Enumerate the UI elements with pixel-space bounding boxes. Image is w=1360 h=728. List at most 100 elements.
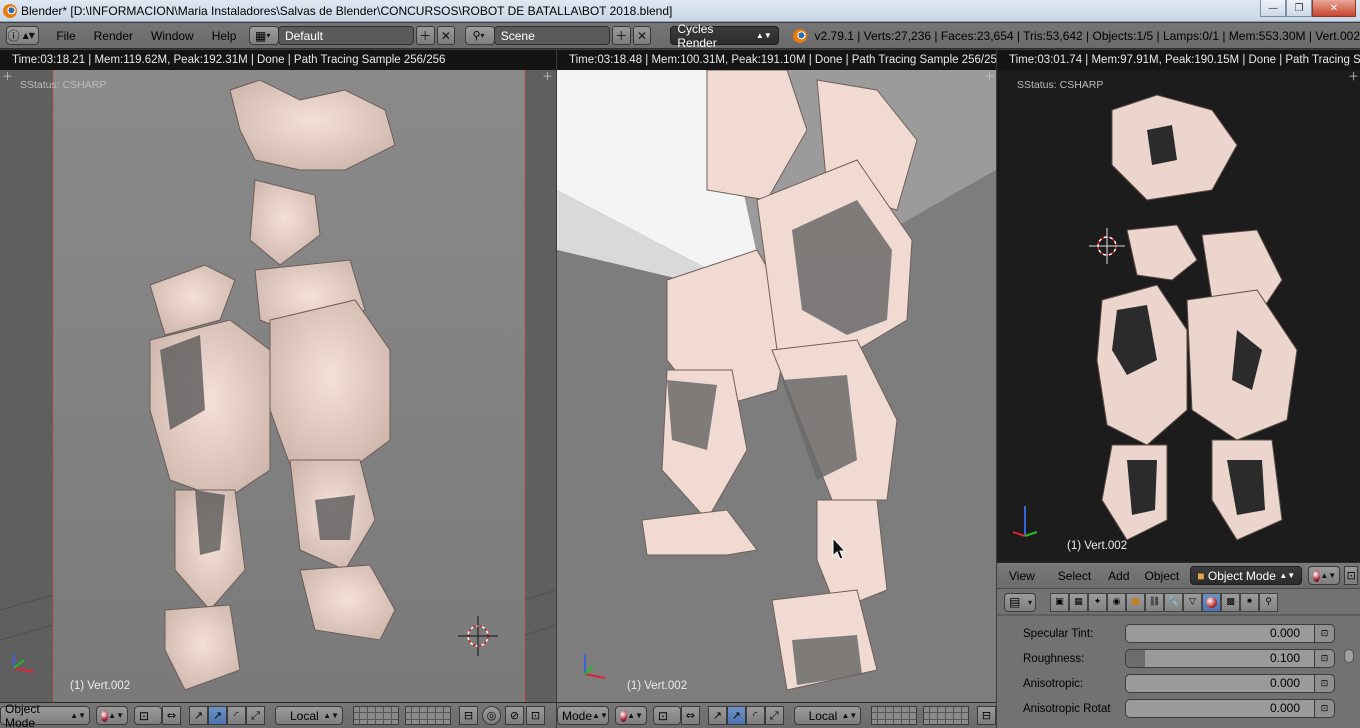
- tab-constraints[interactable]: ⛓: [1145, 592, 1164, 612]
- specular-tint-slider[interactable]: 0.000: [1125, 624, 1315, 643]
- shading-dropdown-right[interactable]: ▲▼: [1308, 566, 1341, 585]
- translate-widget-button[interactable]: ↗: [707, 706, 727, 725]
- properties-scrollbar[interactable]: [1344, 649, 1354, 663]
- mode-dropdown-right[interactable]: ■ Object Mode ▲▼: [1190, 566, 1303, 585]
- scale-widget-button[interactable]: ◜: [745, 706, 765, 725]
- manipulator-toggle[interactable]: ⇔: [162, 706, 181, 725]
- remove-layout-button[interactable]: ✕: [436, 26, 456, 45]
- tab-physics[interactable]: ⚲: [1259, 592, 1278, 612]
- tab-data[interactable]: ▽: [1183, 592, 1202, 612]
- window-controls: — ❐ ✕: [1260, 0, 1356, 17]
- manipulator-toggle[interactable]: ⇔: [680, 706, 700, 725]
- menu-view[interactable]: View: [997, 569, 1044, 583]
- add-scene-button[interactable]: ＋: [611, 26, 631, 45]
- scale-widget-button[interactable]: ◜: [227, 706, 246, 725]
- rotate-widget-button[interactable]: ↗: [726, 706, 746, 725]
- socket-button[interactable]: ⊡: [1315, 674, 1335, 693]
- menu-add[interactable]: Add: [1100, 569, 1138, 583]
- menu-render[interactable]: Render: [85, 29, 142, 43]
- layers-grid-1[interactable]: [871, 706, 918, 725]
- lock-layers-button[interactable]: ⊟: [459, 706, 478, 725]
- scene-name-field[interactable]: Scene: [493, 26, 610, 45]
- status-label-left: SStatus: CSHARP: [20, 79, 107, 91]
- layers-grid-2[interactable]: [923, 706, 970, 725]
- snap-element-button[interactable]: ⊡: [526, 706, 545, 725]
- tab-material[interactable]: [1202, 592, 1221, 612]
- shading-dropdown-middle[interactable]: ▲▼: [615, 706, 647, 725]
- transform-orientation-middle[interactable]: Local ▲▼: [793, 706, 862, 725]
- property-label: Anisotropic Rotat: [1023, 702, 1111, 715]
- editor-type-button[interactable]: ⓘ ▲▼: [6, 26, 40, 45]
- tab-scene[interactable]: ✦: [1088, 592, 1107, 612]
- layers-grid-1[interactable]: [353, 706, 399, 725]
- scale-icon: ⤢: [769, 708, 779, 722]
- pivot-dropdown-right[interactable]: ⊡: [1344, 566, 1359, 585]
- socket-button[interactable]: ⊡: [1315, 699, 1335, 718]
- mode-dropdown-middle[interactable]: Mode ▲▼: [557, 706, 609, 725]
- chevron-updown-icon: ▲▼: [755, 31, 772, 40]
- pivot-icon: ⊡: [139, 708, 150, 723]
- scene-browse-button[interactable]: ⚲ ▾: [465, 26, 495, 45]
- transform-orientation-left[interactable]: Local ▲▼: [275, 706, 343, 725]
- viewport-left[interactable]: Time:03:18.21 | Mem:119.62M, Peak:192.31…: [0, 50, 556, 702]
- mode-dropdown-left[interactable]: Object Mode ▲▼: [0, 702, 90, 728]
- proportional-edit-button[interactable]: ◎: [482, 706, 501, 725]
- anisotropic-slider[interactable]: 0.000: [1125, 674, 1315, 693]
- socket-button[interactable]: ⊡: [1315, 624, 1335, 643]
- add-layout-button[interactable]: ＋: [415, 26, 435, 45]
- translate-widget-button[interactable]: ↗: [189, 706, 208, 725]
- socket-icon: ⊡: [1320, 678, 1329, 689]
- socket-button[interactable]: ⊡: [1315, 649, 1335, 668]
- scene-icon: ⚲: [472, 29, 481, 42]
- tab-texture[interactable]: ▩: [1221, 592, 1240, 612]
- menu-select[interactable]: Select: [1044, 569, 1100, 583]
- render-status-header-middle: Time:03:18.48 | Mem:100.31M, Peak:191.10…: [557, 50, 996, 70]
- shading-dropdown-left[interactable]: ▲▼: [96, 706, 128, 725]
- rotate-widget-button[interactable]: ↗: [208, 706, 227, 725]
- menu-file[interactable]: File: [47, 29, 84, 43]
- corner-split-icon[interactable]: ＋: [2, 71, 13, 82]
- tab-render-layers[interactable]: ▦: [1069, 592, 1088, 612]
- info-icon: ⓘ: [7, 29, 20, 43]
- texture-icon: ▩: [1226, 597, 1235, 607]
- anisotropic-rotation-slider[interactable]: 0.000: [1125, 699, 1315, 718]
- layout-browse-button[interactable]: ▦ ▾: [249, 26, 279, 45]
- rotate-icon: ◜: [234, 709, 239, 722]
- transform-widget-button[interactable]: ⤢: [764, 706, 784, 725]
- snap-button[interactable]: ⊘: [505, 706, 524, 725]
- transform-widget-button[interactable]: ⤢: [246, 706, 265, 725]
- corner-split-icon[interactable]: ＋: [1348, 71, 1359, 82]
- scene-icon: ✦: [1093, 597, 1102, 607]
- layout-name-field[interactable]: Default: [277, 26, 414, 45]
- manipulator-icon: ⇔: [166, 709, 177, 722]
- viewport-header-middle: Mode ▲▼ ▲▼ ⊡ ⇔ ↗ ↗ ◜ ⤢ Local ▲▼ ⊟: [557, 702, 996, 728]
- pivot-dropdown-middle[interactable]: ⊡: [653, 706, 681, 725]
- roughness-slider[interactable]: 0.100: [1125, 649, 1315, 668]
- layers-grid-2[interactable]: [405, 706, 451, 725]
- tab-particles[interactable]: ✷: [1240, 592, 1259, 612]
- maximize-button[interactable]: ❐: [1286, 0, 1312, 17]
- minimize-button[interactable]: —: [1260, 0, 1286, 17]
- render-engine-dropdown[interactable]: Cycles Render ▲▼: [670, 22, 779, 50]
- viewport-middle[interactable]: Time:03:18.48 | Mem:100.31M, Peak:191.10…: [557, 50, 996, 702]
- corner-split-icon[interactable]: ＋: [542, 71, 553, 82]
- menu-window[interactable]: Window: [142, 29, 203, 43]
- menu-object[interactable]: Object: [1139, 569, 1189, 583]
- tab-world[interactable]: ◉: [1107, 592, 1126, 612]
- object-label-middle: (1) Vert.002: [627, 680, 688, 692]
- viewport-header-right: View Select Add Object ■ Object Mode ▲▼ …: [997, 562, 1360, 588]
- lock-layers-button[interactable]: ⊟: [977, 706, 996, 725]
- pivot-dropdown-left[interactable]: ⊡: [134, 706, 162, 725]
- x-icon: ✕: [440, 28, 451, 43]
- menu-help[interactable]: Help: [203, 29, 246, 43]
- tab-render[interactable]: ▣: [1050, 592, 1069, 612]
- viewport-right[interactable]: Time:03:01.74 | Mem:97.91M, Peak:190.15M…: [997, 50, 1360, 562]
- tab-object[interactable]: ■: [1126, 592, 1145, 612]
- properties-icon: ▤: [1009, 595, 1021, 609]
- remove-scene-button[interactable]: ✕: [632, 26, 652, 45]
- tab-modifiers[interactable]: 🔧: [1164, 592, 1183, 612]
- socket-icon: ⊡: [1320, 703, 1329, 714]
- editor-type-button[interactable]: ▤ ▾: [1004, 592, 1036, 612]
- corner-split-icon[interactable]: ＋: [984, 71, 995, 82]
- close-button[interactable]: ✕: [1312, 0, 1356, 17]
